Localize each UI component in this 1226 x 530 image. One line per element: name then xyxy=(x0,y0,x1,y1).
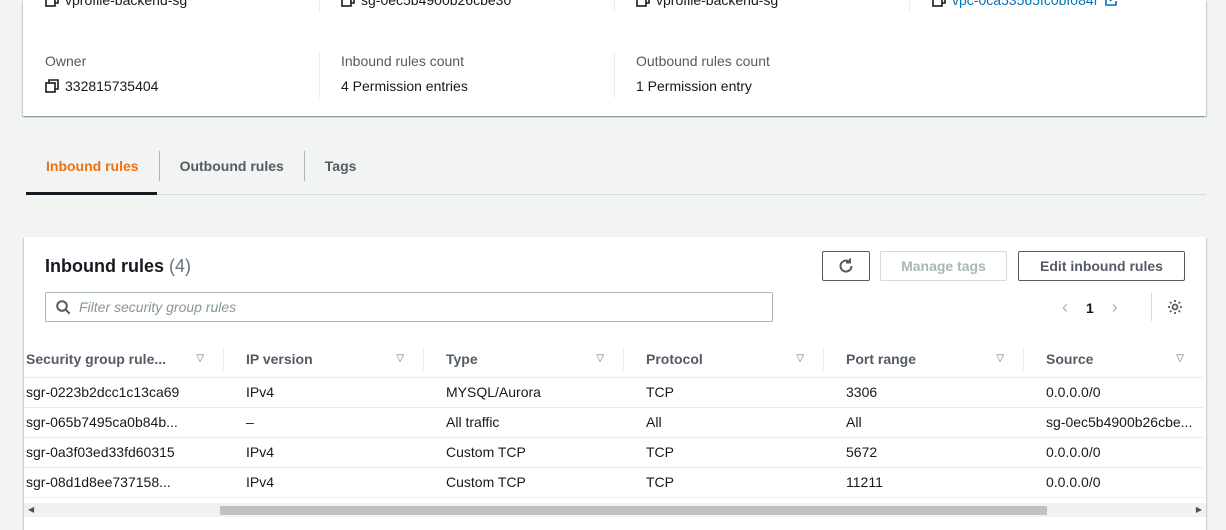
column-header-rule-id[interactable]: Security group rule... ▽ xyxy=(24,341,224,378)
cell-ip-version: IPv4 xyxy=(224,467,424,498)
cell-rule-id: sgr-065b7495ca0b84b... xyxy=(24,407,224,438)
owner-field: Owner 332815735404 xyxy=(45,53,158,94)
external-link-icon[interactable] xyxy=(1104,0,1118,7)
cell-port-range: All xyxy=(824,407,1024,438)
sort-icon[interactable]: ▽ xyxy=(1176,353,1184,364)
search-box xyxy=(45,292,773,322)
cell-protocol: TCP xyxy=(624,377,824,408)
inbound-count-value: 4 Permission entries xyxy=(341,78,468,94)
security-group-details-panel: vprofile-backend-sg sg-0ec5b4900b26cbe30… xyxy=(23,0,1206,116)
owner-value: 332815735404 xyxy=(65,78,159,94)
cell-type: MYSQL/Aurora xyxy=(424,377,624,408)
copy-icon[interactable] xyxy=(636,0,650,7)
inbound-rules-panel: Inbound rules (4) Manage tags Edit inbou… xyxy=(24,237,1206,530)
sg-id-row: sg-0ec5b4900b26cbe30 xyxy=(341,0,511,8)
panel-title-text: Inbound rules xyxy=(45,256,164,276)
sort-icon[interactable]: ▽ xyxy=(796,353,804,364)
divider xyxy=(614,52,615,98)
copy-icon[interactable] xyxy=(45,0,59,7)
cell-ip-version: IPv4 xyxy=(224,377,424,408)
search-icon xyxy=(56,299,71,314)
outbound-count-field: Outbound rules count 1 Permission entry xyxy=(636,53,770,94)
cell-protocol: TCP xyxy=(624,437,824,468)
vpc-row: vpc-0ca53565fc0bf084f xyxy=(932,0,1118,8)
cell-type: Custom TCP xyxy=(424,437,624,468)
chevron-left-icon[interactable]: ‹ xyxy=(1062,297,1068,318)
column-header-source[interactable]: Source ▽ xyxy=(1024,341,1204,378)
copy-icon[interactable] xyxy=(341,0,355,7)
inbound-count-label: Inbound rules count xyxy=(341,53,464,69)
cell-port-range: 11211 xyxy=(824,467,1024,498)
cell-ip-version: – xyxy=(224,407,424,438)
tab-bar: Inbound rules Outbound rules Tags xyxy=(26,142,376,195)
inbound-rules-table: Security group rule... ▽ IP version ▽ Type… xyxy=(24,341,1204,498)
cell-source: 0.0.0.0/0 xyxy=(1024,437,1204,468)
cell-source: sg-0ec5b4900b26cbe... xyxy=(1024,407,1204,438)
sort-icon[interactable]: ▽ xyxy=(196,353,204,364)
column-header-protocol[interactable]: Protocol ▽ xyxy=(624,341,824,378)
inbound-count-field: Inbound rules count 4 Permission entries xyxy=(341,53,468,94)
vpc-link[interactable]: vpc-0ca53565fc0bf084f xyxy=(952,0,1098,8)
cell-type: Custom TCP xyxy=(424,467,624,498)
sg-name-row: vprofile-backend-sg xyxy=(45,0,187,8)
divider xyxy=(614,0,615,12)
outbound-count-value: 1 Permission entry xyxy=(636,78,752,94)
cell-rule-id: sgr-0223b2dcc1c13ca69 xyxy=(24,377,224,408)
panel-count: (4) xyxy=(169,256,192,276)
active-tab-indicator xyxy=(26,192,157,195)
copy-icon[interactable] xyxy=(45,79,59,93)
scrollbar-thumb[interactable] xyxy=(220,506,1047,515)
tab-inbound-rules[interactable]: Inbound rules xyxy=(26,142,159,190)
divider xyxy=(319,0,320,12)
column-header-ip-version[interactable]: IP version ▽ xyxy=(224,341,424,378)
copy-icon[interactable] xyxy=(932,0,946,7)
cell-rule-id: sgr-08d1d8ee737158... xyxy=(24,467,224,498)
search-input[interactable] xyxy=(79,299,759,315)
gear-icon[interactable] xyxy=(1167,299,1183,318)
sg-id-value: sg-0ec5b4900b26cbe30 xyxy=(361,0,512,8)
panel-title: Inbound rules (4) xyxy=(45,256,191,277)
cell-port-range: 5672 xyxy=(824,437,1024,468)
refresh-button[interactable] xyxy=(822,251,870,281)
divider xyxy=(319,52,320,98)
table-row[interactable]: sgr-0a3f03ed33fd60315 IPv4 Custom TCP TC… xyxy=(24,437,1204,468)
refresh-icon xyxy=(839,258,853,273)
scroll-left-icon[interactable]: ◀ xyxy=(28,505,34,514)
table-row[interactable]: sgr-0223b2dcc1c13ca69 IPv4 MYSQL/Aurora … xyxy=(24,377,1204,408)
scroll-right-icon[interactable]: ▶ xyxy=(1196,505,1202,514)
pagination: ‹ 1 › xyxy=(1062,297,1118,318)
divider xyxy=(1151,293,1152,321)
horizontal-scrollbar[interactable]: ◀ ▶ xyxy=(24,503,1206,517)
owner-label: Owner xyxy=(45,53,87,69)
tab-tags[interactable]: Tags xyxy=(305,142,377,190)
cell-protocol: TCP xyxy=(624,467,824,498)
outbound-count-label: Outbound rules count xyxy=(636,53,770,69)
manage-tags-button[interactable]: Manage tags xyxy=(880,251,1007,281)
tabs-baseline xyxy=(26,194,1206,195)
cell-source: 0.0.0.0/0 xyxy=(1024,467,1204,498)
cell-rule-id: sgr-0a3f03ed33fd60315 xyxy=(24,437,224,468)
cell-source: 0.0.0.0/0 xyxy=(1024,377,1204,408)
sg-description-value: vprofile-backend-sg xyxy=(656,0,779,8)
table-row[interactable]: sgr-065b7495ca0b84b... – All traffic All… xyxy=(24,407,1204,438)
sg-description-row: vprofile-backend-sg xyxy=(636,0,778,8)
divider xyxy=(909,0,910,12)
sort-icon[interactable]: ▽ xyxy=(396,353,404,364)
sort-icon[interactable]: ▽ xyxy=(996,353,1004,364)
sg-name-value: vprofile-backend-sg xyxy=(65,0,188,8)
chevron-right-icon[interactable]: › xyxy=(1112,297,1118,318)
cell-ip-version: IPv4 xyxy=(224,437,424,468)
page-number[interactable]: 1 xyxy=(1086,300,1094,316)
cell-protocol: All xyxy=(624,407,824,438)
cell-port-range: 3306 xyxy=(824,377,1024,408)
cell-type: All traffic xyxy=(424,407,624,438)
table-header-row: Security group rule... ▽ IP version ▽ Type… xyxy=(24,341,1204,378)
tab-outbound-rules[interactable]: Outbound rules xyxy=(160,142,304,190)
edit-inbound-rules-button[interactable]: Edit inbound rules xyxy=(1018,251,1185,281)
sort-icon[interactable]: ▽ xyxy=(596,353,604,364)
table-row[interactable]: sgr-08d1d8ee737158... IPv4 Custom TCP TC… xyxy=(24,467,1204,498)
column-header-port-range[interactable]: Port range ▽ xyxy=(824,341,1024,378)
column-header-type[interactable]: Type ▽ xyxy=(424,341,624,378)
